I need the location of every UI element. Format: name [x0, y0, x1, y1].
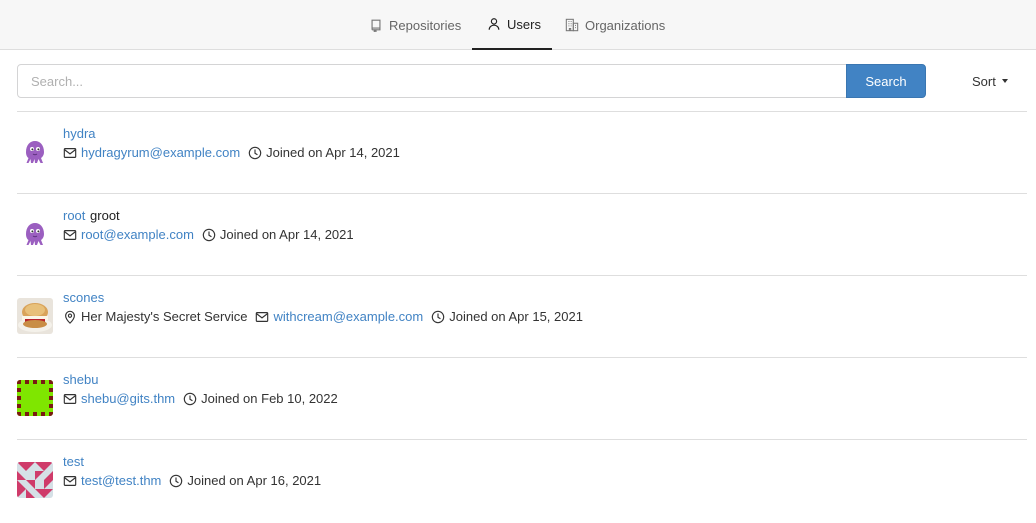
tab-repositories-label: Repositories	[389, 17, 462, 33]
location-pin-icon	[63, 310, 77, 324]
clock-icon	[431, 310, 445, 324]
email-link[interactable]: shebu@gits.thm	[81, 391, 175, 407]
tab-users-label: Users	[507, 16, 541, 32]
joined-date: Joined on Apr 14, 2021	[266, 145, 400, 160]
explore-tab-bar: Repositories Users Organizations	[0, 0, 1036, 50]
joined-date: Joined on Apr 15, 2021	[449, 309, 583, 324]
mail-icon	[255, 310, 269, 324]
user-meta: shebu@gits.thm Joined on Feb 10, 2022	[63, 391, 346, 407]
scone-photo-avatar[interactable]	[17, 298, 53, 334]
clock-icon	[248, 146, 262, 160]
mail-icon	[63, 228, 77, 242]
username-link[interactable]: scones	[63, 290, 104, 305]
user-list-item: hydra hydragyrum@example.com Joined on A…	[17, 112, 1027, 194]
username-link[interactable]: hydra	[63, 126, 96, 141]
email-link[interactable]: withcream@example.com	[273, 309, 423, 325]
user-full-name: groot	[90, 208, 120, 223]
mail-icon	[63, 146, 77, 160]
tab-repositories[interactable]: Repositories	[365, 0, 465, 50]
user-meta: Her Majesty's Secret Service withcream@e…	[63, 309, 591, 325]
mail-icon	[63, 392, 77, 406]
search-button[interactable]: Search	[846, 64, 926, 98]
dropdown-caret-icon	[1001, 79, 1008, 83]
sort-dropdown[interactable]: Sort	[966, 64, 1014, 98]
sort-label: Sort	[972, 73, 996, 89]
clock-icon	[183, 392, 197, 406]
user-meta: root@example.com Joined on Apr 14, 2021	[63, 227, 362, 243]
repo-book-icon	[369, 18, 383, 32]
joined-date: Joined on Feb 10, 2022	[201, 391, 338, 406]
green-identicon-avatar[interactable]	[17, 380, 53, 416]
email-link[interactable]: hydragyrum@example.com	[81, 145, 240, 161]
user-meta: hydragyrum@example.com Joined on Apr 14,…	[63, 145, 408, 161]
username-link[interactable]: root	[63, 208, 85, 223]
organization-icon	[565, 18, 579, 32]
user-list-item: root groot root@example.com Joined on Ap…	[17, 194, 1027, 276]
tab-organizations[interactable]: Organizations	[561, 0, 669, 50]
person-icon	[487, 17, 501, 31]
clock-icon	[202, 228, 216, 242]
user-list-item: scones Her Majesty's Secret Service with…	[17, 276, 1027, 358]
search-input[interactable]	[17, 64, 847, 98]
joined-date: Joined on Apr 16, 2021	[187, 473, 322, 488]
email-link[interactable]: test@test.thm	[81, 473, 161, 489]
joined-date: Joined on Apr 14, 2021	[219, 227, 354, 242]
octopus-avatar[interactable]	[17, 134, 53, 170]
user-location: Her Majesty's Secret Service	[81, 309, 248, 324]
username-link[interactable]: test	[63, 454, 84, 469]
octopus-avatar[interactable]	[17, 216, 53, 252]
user-list: hydra hydragyrum@example.com Joined on A…	[17, 111, 1027, 522]
email-link[interactable]: root@example.com	[81, 227, 194, 243]
mail-icon	[63, 474, 77, 488]
user-list-item: test test@test.thm Joined on Apr 16, 202…	[17, 440, 1027, 522]
pink-identicon-avatar[interactable]	[17, 462, 53, 498]
username-link[interactable]: shebu	[63, 372, 98, 387]
user-meta: test@test.thm Joined on Apr 16, 2021	[63, 473, 329, 489]
tab-users[interactable]: Users	[472, 0, 552, 50]
clock-icon	[169, 474, 183, 488]
tab-organizations-label: Organizations	[585, 17, 666, 33]
user-list-item: shebu shebu@gits.thm Joined on Feb 10, 2…	[17, 358, 1027, 440]
